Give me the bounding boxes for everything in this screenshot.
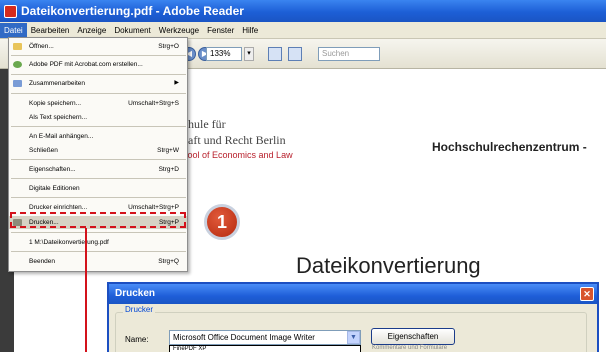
printer-select[interactable]: Microsoft Office Document Image Writer [169, 330, 361, 345]
document-title: Dateikonvertierung [296, 253, 481, 278]
menu-bearbeiten[interactable]: Bearbeiten [27, 23, 74, 38]
menu-item-digital-editions[interactable]: Digitale Editionen [9, 182, 187, 195]
menu-item-create-pdf[interactable]: Adobe PDF mit Acrobat.com erstellen... [9, 58, 187, 71]
menu-datei[interactable]: Datei [0, 22, 27, 38]
menu-hilfe[interactable]: Hilfe [238, 23, 262, 38]
collaborate-icon [13, 80, 22, 87]
zoom-input[interactable]: 133% [206, 47, 242, 61]
university-name-line2: schaft und Recht Berlin [172, 133, 286, 147]
fit-page-icon[interactable] [268, 47, 282, 61]
menu-fenster[interactable]: Fenster [203, 23, 238, 38]
fit-width-icon[interactable] [288, 47, 302, 61]
file-menu: Öffnen... Strg+O Adobe PDF mit Acrobat.co… [8, 37, 188, 272]
window-titlebar: Dateikonvertierung.pdf - Adobe Reader [0, 0, 606, 22]
menu-item-open[interactable]: Öffnen... Strg+O [9, 40, 187, 53]
menu-separator [11, 197, 186, 198]
menu-werkzeuge[interactable]: Werkzeuge [155, 23, 203, 38]
step-number-badge: 1 [204, 204, 240, 240]
search-input[interactable]: Suchen [318, 47, 380, 61]
menu-item-properties[interactable]: Eigenschaften... Strg+D [9, 163, 187, 176]
chevron-down-icon[interactable]: ▼ [347, 331, 360, 344]
menu-separator [11, 232, 186, 233]
close-icon[interactable]: ✕ [580, 287, 594, 301]
connector-line [85, 228, 87, 352]
menu-item-save-as-text[interactable]: Als Text speichern... [9, 111, 187, 124]
zoom-dropdown-icon[interactable]: ▾ [244, 47, 254, 61]
comments-forms-label: Kommentare und Formulare [372, 345, 448, 351]
menu-item-save-copy[interactable]: Kopie speichern... Umschalt+Strg+S [9, 97, 187, 110]
menu-item-close[interactable]: Schließen Strg+W [9, 144, 187, 157]
menu-item-recent-file[interactable]: 1 M:\Dateikonvertierung.pdf [9, 236, 187, 249]
print-item-highlight [10, 212, 186, 228]
folder-icon [13, 43, 22, 50]
menu-separator [11, 55, 186, 56]
university-name-english: School of Economics and Law [172, 150, 293, 160]
menu-separator [11, 93, 186, 94]
printer-name-label: Name: [125, 335, 149, 344]
menu-item-attach-email[interactable]: An E-Mail anhängen... [9, 130, 187, 143]
menu-separator [11, 251, 186, 252]
submenu-arrow-icon: ▶ [174, 80, 179, 86]
menu-separator [11, 159, 186, 160]
menu-anzeige[interactable]: Anzeige [73, 23, 110, 38]
menu-separator [11, 178, 186, 179]
acrobat-com-icon [13, 61, 22, 68]
menu-separator [11, 126, 186, 127]
menu-dokument[interactable]: Dokument [110, 23, 154, 38]
department-name: Hochschulrechenzentrum - [432, 140, 587, 154]
properties-button[interactable]: Eigenschaften [371, 328, 455, 345]
menu-separator [11, 74, 186, 75]
window-title: Dateikonvertierung.pdf - Adobe Reader [21, 4, 244, 18]
printer-group-label: Drucker [123, 305, 156, 314]
printer-dropdown-list[interactable]: FinePDF XP [169, 345, 361, 352]
print-dialog-title: Drucken [109, 284, 597, 304]
adobe-reader-icon [4, 4, 17, 18]
menu-item-exit[interactable]: Beenden Strg+Q [9, 255, 187, 268]
menu-item-collaborate[interactable]: Zusammenarbeiten ▶ [9, 77, 187, 90]
